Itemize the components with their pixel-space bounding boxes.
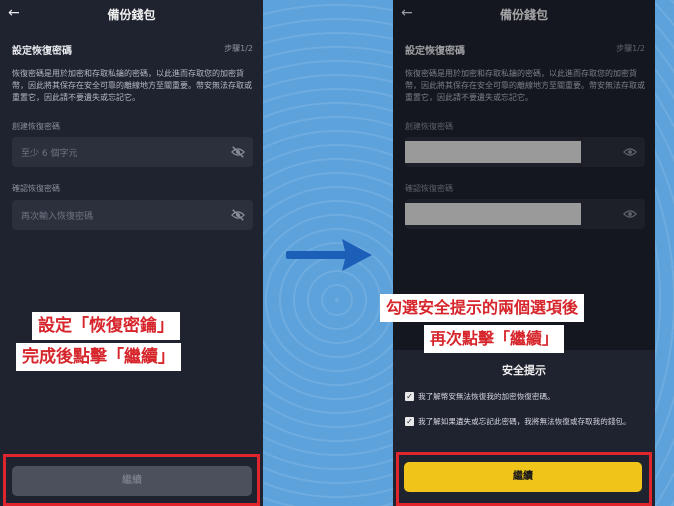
create-password-field[interactable]: 至少 6 個字元 xyxy=(12,137,253,167)
page-title: 備份錢包 xyxy=(107,8,156,22)
annotation-line2: 完成後點擊「繼續」 xyxy=(16,343,181,371)
description-text: 恢復密碼是用於加密和存取私鑰的密碼，以此進而存取您的加密貨幣，因此將其保存在安全… xyxy=(12,69,252,102)
eye-slash-icon[interactable] xyxy=(231,208,245,222)
annotation-line1: 勾選安全提示的兩個選項後 xyxy=(380,294,585,322)
checkbox-2-label: 我了解如果遺失或忘記此密碼，我將無法恢復或存取我的錢包。 xyxy=(418,417,631,426)
step-indicator: 步驟1/2 xyxy=(224,44,253,53)
header: ← 備份錢包 xyxy=(0,0,263,30)
sheet-title: 安全提示 xyxy=(502,364,546,377)
annotation-line2: 再次點擊「繼續」 xyxy=(424,325,565,353)
confirm-password-label: 確認恢復密碼 xyxy=(12,184,60,193)
highlight-box xyxy=(3,454,260,506)
annotation-line1: 設定「恢復密鑰」 xyxy=(32,312,180,340)
create-password-label: 創建恢復密碼 xyxy=(12,122,60,131)
checkbox-1[interactable]: ✓ xyxy=(405,392,414,401)
left-phone-screen: ← 備份錢包 設定恢復密碼 步驟1/2 恢復密碼是用於加密和存取私鑰的密碼，以此… xyxy=(0,0,263,506)
arrow-right-icon xyxy=(286,239,372,271)
create-password-placeholder: 至少 6 個字元 xyxy=(21,149,78,159)
right-phone-screen: ← 備份錢包 設定恢復密碼 步驟1/2 恢復密碼是用於加密和存取私鑰的密碼，以此… xyxy=(393,0,655,506)
confirm-password-placeholder: 再次輸入恢復密碼 xyxy=(21,212,94,222)
highlight-box xyxy=(396,452,652,506)
section-title: 設定恢復密碼 xyxy=(12,46,72,57)
confirm-password-field[interactable]: 再次輸入恢復密碼 xyxy=(12,200,253,230)
checkbox-1-label: 我了解幣安無法恢復我的加密恢復密碼。 xyxy=(418,392,555,401)
eye-slash-icon[interactable] xyxy=(231,145,245,159)
checkbox-2[interactable]: ✓ xyxy=(405,417,414,426)
